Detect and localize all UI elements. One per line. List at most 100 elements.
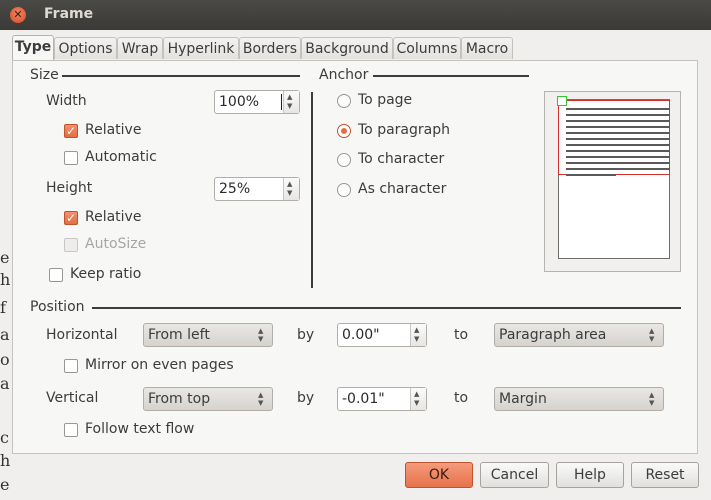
vertical-to-select[interactable]: Margin ▲ ▼ xyxy=(494,387,664,411)
bg-doc-char: a xyxy=(0,325,10,344)
spin-down-icon[interactable]: ▼ xyxy=(287,103,292,110)
width-value: 100% xyxy=(219,94,260,110)
chevron-down-icon: ▼ xyxy=(649,335,655,343)
tab-hyperlink[interactable]: Hyperlink xyxy=(163,37,239,59)
reset-button[interactable]: Reset xyxy=(631,462,699,488)
help-button[interactable]: Help xyxy=(556,462,624,488)
close-icon[interactable]: ✕ xyxy=(10,7,26,23)
height-relative-checkbox[interactable]: ✓ xyxy=(64,211,78,225)
height-spinner[interactable]: 25% ▲ ▼ xyxy=(214,177,300,201)
anchor-to-paragraph-label: To paragraph xyxy=(358,122,450,138)
horizontal-select[interactable]: From left ▲ ▼ xyxy=(143,323,273,347)
tab-options[interactable]: Options xyxy=(54,37,117,59)
spin-up-icon[interactable]: ▲ xyxy=(287,181,292,188)
tab-wrap[interactable]: Wrap xyxy=(117,37,163,59)
automatic-checkbox[interactable] xyxy=(64,151,78,165)
vertical-label: Vertical xyxy=(46,390,99,406)
preview-text-line xyxy=(566,132,670,134)
preview-text-line xyxy=(566,138,670,140)
chevron-down-icon: ▼ xyxy=(258,335,264,343)
preview-text-line xyxy=(566,174,616,176)
height-relative-label: Relative xyxy=(85,209,142,225)
tab-background[interactable]: Background xyxy=(301,37,393,59)
spin-down-icon[interactable]: ▼ xyxy=(414,336,419,343)
spin-arrows[interactable]: ▲ ▼ xyxy=(283,91,299,113)
position-divider xyxy=(92,307,681,309)
spin-down-icon[interactable]: ▼ xyxy=(414,400,419,407)
size-divider xyxy=(62,75,300,77)
follow-text-flow-checkbox[interactable] xyxy=(64,423,78,437)
vertical-to-value: Margin xyxy=(499,391,547,407)
tab-columns[interactable]: Columns xyxy=(393,37,461,59)
spin-up-icon[interactable]: ▲ xyxy=(287,94,292,101)
size-heading: Size xyxy=(30,67,59,83)
automatic-label: Automatic xyxy=(85,149,157,165)
preview-text-line xyxy=(566,126,670,128)
anchor-to-character-radio[interactable] xyxy=(337,153,351,167)
preview-text-line xyxy=(566,168,670,170)
spin-arrows[interactable]: ▲ ▼ xyxy=(410,324,426,346)
position-heading: Position xyxy=(30,299,85,315)
mirror-checkbox[interactable] xyxy=(64,359,78,373)
bg-doc-char: a xyxy=(0,374,10,393)
vertical-value: From top xyxy=(148,391,211,407)
tab-macro[interactable]: Macro xyxy=(461,37,513,59)
anchor-to-page-radio[interactable] xyxy=(337,94,351,108)
anchor-marker-icon xyxy=(557,96,567,106)
preview-text-line xyxy=(566,108,670,110)
combo-arrows: ▲ ▼ xyxy=(258,327,268,343)
preview-text-line xyxy=(566,120,670,122)
preview-text-line xyxy=(566,114,670,116)
chevron-up-icon: ▲ xyxy=(649,327,655,335)
vertical-by-label: by xyxy=(297,390,315,406)
horizontal-by-value: 0.00" xyxy=(342,327,380,343)
bg-doc-char: h xyxy=(0,270,11,289)
preview-text-line xyxy=(566,156,670,158)
keep-ratio-checkbox[interactable] xyxy=(49,268,63,282)
ok-button[interactable]: OK xyxy=(405,462,473,488)
cancel-button[interactable]: Cancel xyxy=(480,462,549,488)
bg-doc-char: c xyxy=(0,428,9,447)
window-titlebar[interactable]: ✕ Frame xyxy=(0,0,711,30)
keep-ratio-label: Keep ratio xyxy=(70,266,142,282)
combo-arrows: ▲ ▼ xyxy=(649,327,659,343)
chevron-up-icon: ▲ xyxy=(258,391,264,399)
bg-doc-char: e xyxy=(0,248,10,267)
anchor-as-character-radio[interactable] xyxy=(337,183,351,197)
bg-doc-char: o xyxy=(0,350,10,369)
horizontal-to-select[interactable]: Paragraph area ▲ ▼ xyxy=(494,323,664,347)
tab-type[interactable]: Type xyxy=(12,35,54,61)
chevron-down-icon: ▼ xyxy=(258,399,264,407)
vertical-to-label: to xyxy=(454,390,469,406)
spin-arrows[interactable]: ▲ ▼ xyxy=(283,178,299,200)
horizontal-label: Horizontal xyxy=(46,327,118,343)
frame-preview xyxy=(544,91,681,272)
spin-down-icon[interactable]: ▼ xyxy=(287,190,292,197)
horizontal-by-label: by xyxy=(297,327,315,343)
vertical-by-value: -0.01" xyxy=(342,391,385,407)
spin-up-icon[interactable]: ▲ xyxy=(414,391,419,398)
width-relative-checkbox[interactable]: ✓ xyxy=(64,124,78,138)
autosize-checkbox xyxy=(64,238,78,252)
chevron-down-icon: ▼ xyxy=(649,399,655,407)
spin-arrows[interactable]: ▲ ▼ xyxy=(410,388,426,410)
tab-borders[interactable]: Borders xyxy=(239,37,301,59)
anchor-divider xyxy=(373,75,529,77)
section-divider xyxy=(311,92,313,288)
width-spinner[interactable]: 100% ▲ ▼ xyxy=(214,90,300,114)
anchor-to-paragraph-radio[interactable] xyxy=(337,124,351,138)
anchor-to-character-label: To character xyxy=(358,151,445,167)
combo-arrows: ▲ ▼ xyxy=(649,391,659,407)
bg-doc-char: e xyxy=(0,475,10,494)
chevron-up-icon: ▲ xyxy=(258,327,264,335)
autosize-label: AutoSize xyxy=(85,236,147,252)
vertical-by-spinner[interactable]: -0.01" ▲ ▼ xyxy=(337,387,427,411)
chevron-up-icon: ▲ xyxy=(649,391,655,399)
horizontal-by-spinner[interactable]: 0.00" ▲ ▼ xyxy=(337,323,427,347)
vertical-select[interactable]: From top ▲ ▼ xyxy=(143,387,273,411)
spin-up-icon[interactable]: ▲ xyxy=(414,327,419,334)
bg-doc-char: h xyxy=(0,451,11,470)
preview-text-line xyxy=(566,144,670,146)
follow-text-flow-label: Follow text flow xyxy=(85,421,195,437)
height-value: 25% xyxy=(219,181,251,197)
